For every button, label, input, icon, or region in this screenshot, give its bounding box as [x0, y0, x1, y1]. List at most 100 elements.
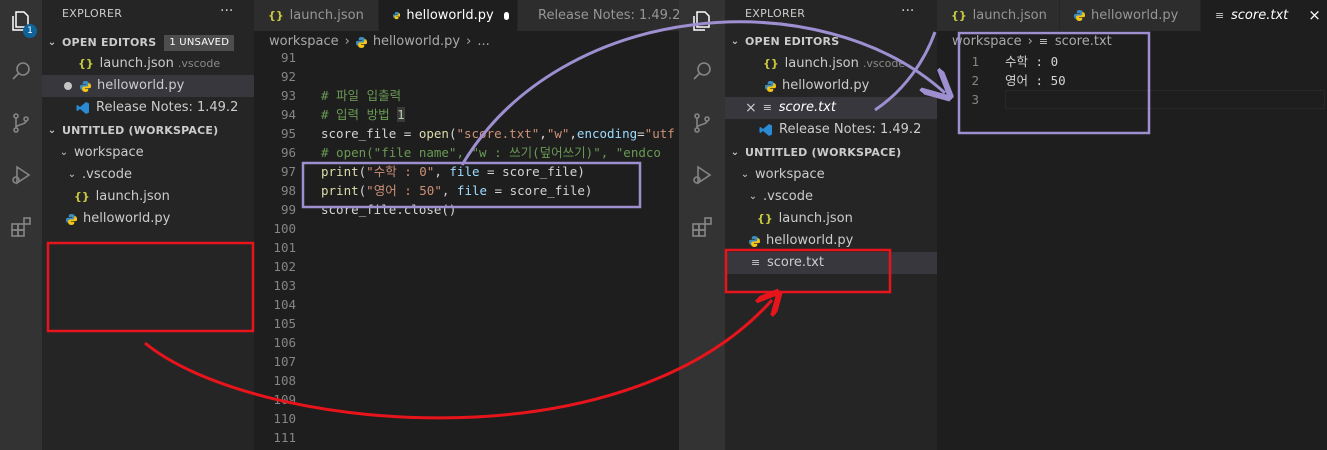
code-line-99[interactable]: score_file.close(): [321, 200, 456, 219]
line-number: 105: [273, 316, 296, 331]
open-editors-section[interactable]: ⌄ OPEN EDITORS 1 UNSAVED: [46, 32, 235, 54]
open-editors-section[interactable]: ⌄ OPEN EDITORS: [729, 31, 839, 53]
search-icon[interactable]: [4, 54, 38, 88]
run-debug-icon[interactable]: [4, 158, 38, 192]
right-window: EXPLORER ··· ⌄ OPEN EDITORS {} launch.js…: [679, 0, 1327, 450]
python-file-icon: [765, 80, 776, 92]
text-file-icon: ≡: [762, 101, 772, 114]
explorer-icon[interactable]: 1: [4, 4, 38, 38]
breadcrumb: workspace › helloworld.py › ...: [269, 31, 490, 53]
extensions-icon[interactable]: [4, 210, 38, 244]
line-number: 99: [280, 202, 296, 217]
workspace-section[interactable]: ⌄ UNTITLED (WORKSPACE): [729, 142, 901, 164]
more-actions-icon[interactable]: ···: [220, 3, 233, 19]
unsaved-dot-icon: [64, 82, 72, 90]
code-line-94[interactable]: # 입력 방법 1: [321, 105, 405, 124]
chevron-down-icon: ⌄: [47, 125, 57, 136]
text-line-2[interactable]: 영어 : 50: [1005, 71, 1066, 90]
chevron-down-icon: ⌄: [730, 36, 740, 47]
tree-file-helloworld[interactable]: helloworld.py: [66, 208, 170, 230]
code-line-96[interactable]: # open("file name", "w : 쓰기(덮어쓰기)", "end…: [321, 143, 661, 162]
tree-file-launch-json[interactable]: {} launch.json: [74, 186, 170, 208]
explorer-sidebar: EXPLORER ··· ⌄ OPEN EDITORS {} launch.js…: [725, 0, 937, 450]
tree-folder-workspace[interactable]: ⌄ workspace: [58, 142, 144, 164]
tree-file-launch-json[interactable]: {} launch.json: [757, 208, 853, 230]
code-line-97[interactable]: print("수학 : 0", file = score_file): [321, 162, 585, 181]
json-file-icon: {}: [763, 57, 779, 70]
breadcrumb: workspace › ≡ score.txt: [952, 31, 1112, 53]
line-number: 3: [971, 92, 979, 107]
tab-score-txt[interactable]: ≡ score.txt ×: [1201, 0, 1327, 31]
explorer-title: EXPLORER: [62, 7, 123, 20]
open-editor-item[interactable]: helloworld.py: [725, 75, 937, 97]
tree-folder-vscode[interactable]: ⌄ .vscode: [747, 186, 813, 208]
text-file-icon: ≡: [1038, 35, 1049, 48]
open-editor-item[interactable]: helloworld.py: [42, 75, 254, 97]
breadcrumb-folder[interactable]: workspace: [952, 31, 1022, 53]
line-number: 108: [273, 373, 296, 388]
tab-launch-json[interactable]: {} launch.json: [937, 0, 1059, 31]
search-icon[interactable]: [685, 54, 719, 88]
text-line-1[interactable]: 수학 : 0: [1005, 52, 1058, 71]
tab-release-notes[interactable]: Release Notes: 1.49.2: [518, 0, 679, 31]
open-editor-item[interactable]: {} launch.json .vscode: [725, 53, 937, 75]
explorer-icon[interactable]: [685, 4, 719, 38]
python-file-icon: [355, 36, 367, 48]
line-number: 101: [273, 240, 296, 255]
json-file-icon: {}: [78, 57, 94, 70]
text-editor: {} launch.json helloworld.py ≡ score.txt…: [937, 0, 1327, 450]
json-file-icon: {}: [268, 9, 284, 22]
line-number: 97: [280, 164, 296, 179]
line-number: 2: [971, 73, 979, 88]
python-file-icon: [80, 80, 91, 92]
line-number: 93: [280, 88, 296, 103]
activity-bar: [679, 0, 725, 450]
unsaved-dot-icon[interactable]: [503, 11, 509, 20]
tab-helloworld[interactable]: helloworld.py: [379, 0, 517, 31]
close-icon[interactable]: ×: [745, 97, 757, 119]
breadcrumb-file[interactable]: score.txt: [1055, 31, 1112, 53]
line-number: 96: [280, 145, 296, 160]
run-debug-icon[interactable]: [685, 158, 719, 192]
tab-helloworld[interactable]: helloworld.py: [1060, 0, 1200, 31]
line-number: 1: [971, 54, 979, 69]
tab-launch-json[interactable]: {} launch.json: [254, 0, 378, 31]
line-number: 92: [280, 69, 296, 84]
open-editor-item[interactable]: × ≡ score.txt: [725, 97, 937, 119]
tree-folder-workspace[interactable]: ⌄ workspace: [739, 164, 825, 186]
source-control-icon[interactable]: [685, 106, 719, 140]
code-editor: {} launch.json helloworld.py Release Not…: [254, 0, 679, 450]
breadcrumb-file[interactable]: helloworld.py: [373, 31, 460, 53]
open-editor-item[interactable]: {} launch.json .vscode: [42, 53, 254, 75]
code-line-95[interactable]: score_file = open("score.txt","w",encodi…: [321, 124, 675, 143]
code-line-98[interactable]: print("영어 : 50", file = score_file): [321, 181, 592, 200]
extensions-icon[interactable]: [685, 210, 719, 244]
tree-file-score-txt[interactable]: ≡ score.txt: [725, 252, 937, 274]
line-number: 103: [273, 278, 296, 293]
text-line-3-current[interactable]: [1005, 90, 1325, 109]
source-control-icon[interactable]: [4, 106, 38, 140]
open-editor-item[interactable]: Release Notes: 1.49.2: [725, 119, 937, 141]
activity-bar: 1: [0, 0, 42, 450]
python-file-icon: [749, 235, 760, 247]
open-editor-item[interactable]: Release Notes: 1.49.2: [42, 97, 254, 119]
line-number: 91: [280, 50, 296, 65]
breadcrumb-more[interactable]: ...: [477, 31, 489, 53]
json-file-icon: {}: [74, 190, 90, 203]
json-file-icon: {}: [951, 9, 967, 22]
tree-file-helloworld[interactable]: helloworld.py: [749, 230, 853, 252]
workspace-section[interactable]: ⌄ UNTITLED (WORKSPACE): [46, 120, 218, 142]
json-file-icon: {}: [757, 212, 773, 225]
unsaved-badge: 1 UNSAVED: [164, 35, 235, 51]
code-line-93[interactable]: # 파일 입출력: [321, 86, 401, 105]
chevron-down-icon: ⌄: [59, 147, 69, 158]
chevron-down-icon: ⌄: [67, 169, 77, 180]
chevron-down-icon: ⌄: [748, 191, 758, 202]
tree-folder-vscode[interactable]: ⌄ .vscode: [66, 164, 132, 186]
line-number: 107: [273, 354, 296, 369]
close-icon[interactable]: ×: [1308, 0, 1321, 31]
line-number: 110: [273, 411, 296, 426]
more-actions-icon[interactable]: ···: [901, 3, 914, 19]
line-number: 111: [273, 430, 296, 445]
chevron-right-icon: ›: [344, 34, 350, 49]
